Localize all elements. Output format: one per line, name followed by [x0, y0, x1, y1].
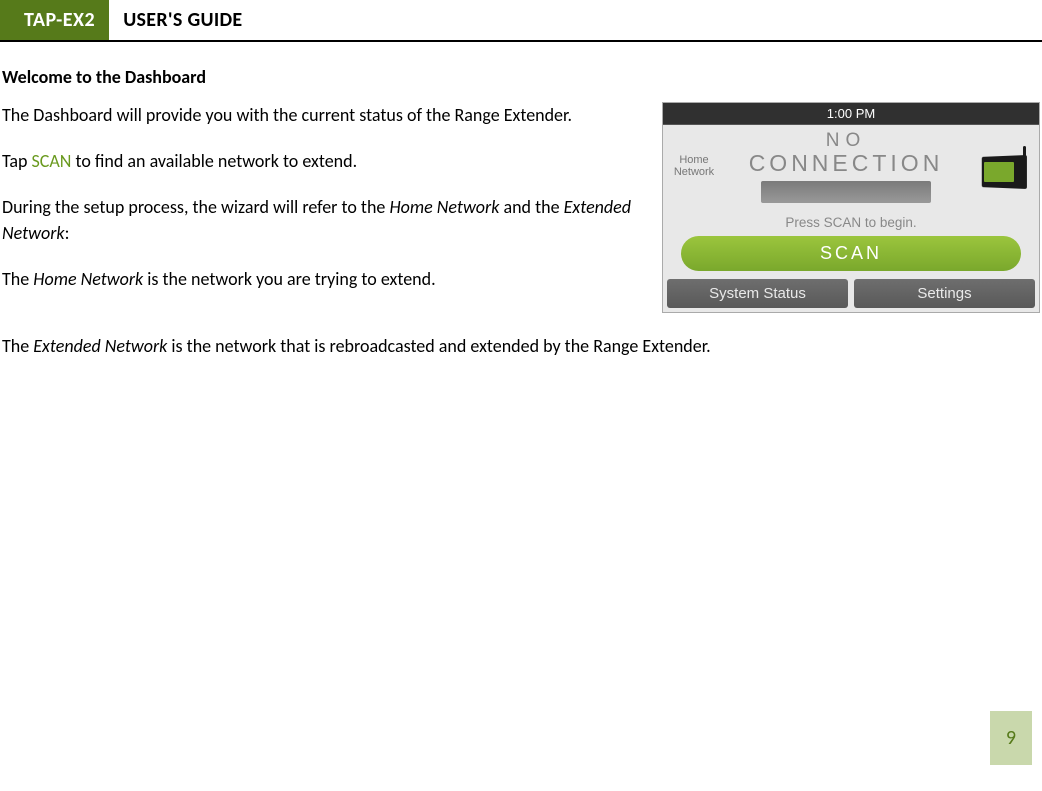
p5-pre: The: [2, 335, 33, 357]
settings-button[interactable]: Settings: [854, 279, 1035, 308]
extended-network-term-2: Extended Network: [33, 335, 167, 357]
p5-post: is the network that is rebroadcasted and…: [167, 335, 710, 357]
p3-post: :: [65, 222, 70, 244]
p2-post: to find an available network to extend.: [71, 150, 357, 172]
paragraph-3: During the setup process, the wizard wil…: [2, 194, 632, 246]
dashboard-time-bar: 1:00 PM: [663, 103, 1039, 125]
router-screen-icon: [984, 162, 1014, 182]
router-icon: [974, 142, 1032, 190]
p2-pre: Tap: [2, 150, 32, 172]
paragraph-2: Tap SCAN to find an available network to…: [2, 148, 632, 174]
home-network-term: Home Network: [389, 196, 499, 218]
section-heading: Welcome to the Dashboard: [2, 66, 1040, 88]
p4-pre: The: [2, 268, 33, 290]
body-text-column: The Dashboard will provide you with the …: [2, 102, 632, 312]
noconn-top: NO: [725, 131, 967, 151]
dashboard-prompt-text: Press SCAN to begin.: [663, 207, 1039, 236]
p4-post: is the network you are trying to extend.: [143, 268, 435, 290]
dashboard-device-icon-container: [967, 125, 1039, 207]
page-number: 9: [990, 711, 1032, 765]
dashboard-center: NO CONNECTION: [725, 125, 967, 207]
dashboard-bottom-row: System Status Settings: [663, 279, 1039, 312]
home-label-line2: Network: [674, 166, 714, 178]
dashboard-main-row: Home Network NO CONNECTION: [663, 125, 1039, 207]
paragraph-4: The Home Network is the network you are …: [2, 266, 632, 292]
scan-keyword: SCAN: [32, 150, 72, 172]
noconn-bottom: CONNECTION: [725, 151, 967, 175]
page-header: TAP-EX2 USER'S GUIDE: [0, 0, 1042, 42]
product-tag: TAP-EX2: [14, 0, 109, 40]
signal-bar-icon: [761, 181, 931, 203]
header-accent-bar: [0, 0, 14, 40]
paragraph-5: The Extended Network is the network that…: [2, 333, 1040, 359]
doc-title: USER'S GUIDE: [109, 0, 256, 40]
no-connection-text: NO CONNECTION: [725, 131, 967, 175]
dashboard-screenshot: 1:00 PM Home Network NO CONNECTION: [662, 102, 1040, 313]
dashboard-home-network-label: Home Network: [663, 125, 725, 207]
scan-button[interactable]: SCAN: [681, 236, 1021, 271]
paragraph-1: The Dashboard will provide you with the …: [2, 102, 632, 128]
system-status-button[interactable]: System Status: [667, 279, 848, 308]
body-row: The Dashboard will provide you with the …: [2, 102, 1040, 313]
content-area: Welcome to the Dashboard The Dashboard w…: [0, 66, 1042, 359]
home-network-term-2: Home Network: [33, 268, 143, 290]
p3-mid: and the: [499, 196, 563, 218]
home-label-line1: Home: [679, 154, 708, 166]
p3-pre: During the setup process, the wizard wil…: [2, 196, 389, 218]
